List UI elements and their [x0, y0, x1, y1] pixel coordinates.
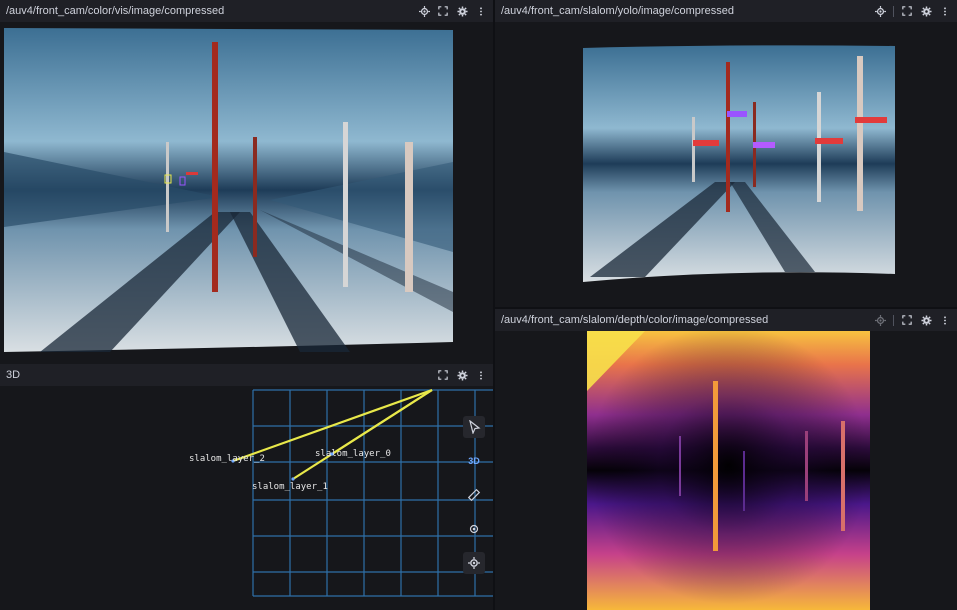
3d-mode-label: 3D: [468, 456, 480, 466]
fullscreen-icon[interactable]: [437, 368, 449, 382]
panel-header: /auv4/front_cam/color/vis/image/compress…: [0, 0, 493, 22]
image-viewport[interactable]: [0, 22, 493, 364]
pointer-icon[interactable]: [463, 416, 485, 438]
panel-color-vis: /auv4/front_cam/color/vis/image/compress…: [0, 0, 493, 364]
publish-point-icon[interactable]: [463, 518, 485, 540]
gear-icon[interactable]: [920, 4, 932, 18]
panel-title[interactable]: 3D: [6, 369, 437, 381]
fullscreen-icon[interactable]: [437, 4, 449, 18]
follow-icon[interactable]: [463, 552, 485, 574]
more-vertical-icon[interactable]: [475, 4, 487, 18]
panel-topic-title[interactable]: /auv4/front_cam/slalom/depth/color/image…: [501, 314, 874, 326]
yolo-detection-image: [583, 45, 895, 282]
crosshair-icon[interactable]: [874, 313, 886, 327]
divider: [893, 5, 894, 17]
more-vertical-icon[interactable]: [939, 313, 951, 327]
gear-icon[interactable]: [456, 4, 468, 18]
image-viewport[interactable]: [495, 331, 957, 610]
panel-yolo: /auv4/front_cam/slalom/yolo/image/compre…: [495, 0, 957, 307]
frame-label: slalom_layer_1: [252, 482, 328, 492]
fullscreen-icon[interactable]: [901, 313, 913, 327]
frame-label: slalom_layer_2: [189, 454, 265, 464]
depth-colormap-image: [587, 331, 870, 610]
panel-header: /auv4/front_cam/slalom/yolo/image/compre…: [495, 0, 957, 22]
image-viewport[interactable]: [495, 22, 957, 307]
ruler-icon[interactable]: [463, 484, 485, 506]
panel-topic-title[interactable]: /auv4/front_cam/slalom/yolo/image/compre…: [501, 5, 874, 17]
fullscreen-icon[interactable]: [901, 4, 913, 18]
gear-icon[interactable]: [456, 368, 468, 382]
divider: [893, 314, 894, 326]
panel-header: 3D: [0, 364, 493, 386]
crosshair-icon[interactable]: [874, 4, 886, 18]
crosshair-icon[interactable]: [418, 4, 430, 18]
more-vertical-icon[interactable]: [939, 4, 951, 18]
3d-side-toolbar: 3D: [463, 416, 485, 574]
panel-3d: 3D slalom_layer_2 slalom_layer_0 slalom_…: [0, 364, 493, 610]
panel-header: /auv4/front_cam/slalom/depth/color/image…: [495, 309, 957, 331]
panel-topic-title[interactable]: /auv4/front_cam/color/vis/image/compress…: [6, 5, 418, 17]
frame-label: slalom_layer_0: [315, 449, 391, 459]
tf-links: [232, 388, 433, 480]
grid: [252, 389, 493, 597]
3d-scene: [231, 388, 493, 597]
3d-viewport[interactable]: slalom_layer_2 slalom_layer_0 slalom_lay…: [0, 386, 493, 610]
more-vertical-icon[interactable]: [475, 368, 487, 382]
3d-mode-toggle[interactable]: 3D: [463, 450, 485, 472]
pool-camera-image: [4, 28, 453, 352]
panel-depth: /auv4/front_cam/slalom/depth/color/image…: [495, 309, 957, 610]
gear-icon[interactable]: [920, 313, 932, 327]
